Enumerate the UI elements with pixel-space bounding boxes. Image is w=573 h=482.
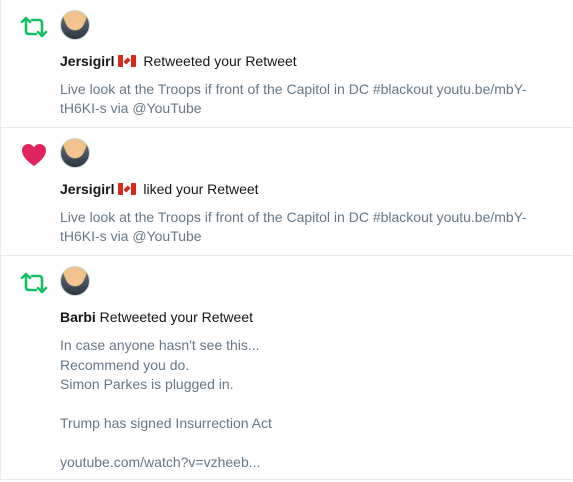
notification-item[interactable]: Jersigirl Retweeted your Retweet Live lo… — [1, 0, 573, 128]
notification-header: Jersigirl liked your Retweet — [60, 180, 259, 198]
avatar[interactable] — [60, 10, 90, 40]
heart-icon — [22, 144, 46, 166]
notification-action: Retweeted your Retweet — [95, 309, 253, 325]
tweet-text[interactable]: In case anyone hasn't see this... Recomm… — [60, 336, 565, 473]
notification-item[interactable]: Barbi Retweeted your Retweet In case any… — [1, 256, 573, 480]
canada-flag-icon — [118, 183, 137, 195]
user-name[interactable]: Barbi — [60, 309, 96, 325]
tweet-text[interactable]: Live look at the Troops if front of the … — [60, 80, 565, 118]
retweet-icon — [20, 272, 48, 294]
user-name[interactable]: Jersigirl — [60, 53, 114, 69]
notification-item[interactable]: Jersigirl liked your Retweet Live look a… — [1, 128, 573, 256]
retweet-icon — [20, 16, 48, 38]
canada-flag-icon — [118, 55, 137, 67]
notification-action: Retweeted your Retweet — [139, 53, 297, 69]
tweet-text[interactable]: Live look at the Troops if front of the … — [60, 208, 565, 246]
notification-header: Jersigirl Retweeted your Retweet — [60, 52, 297, 70]
notification-action: liked your Retweet — [139, 181, 259, 197]
avatar[interactable] — [60, 266, 90, 296]
notification-header: Barbi Retweeted your Retweet — [60, 308, 253, 326]
avatar[interactable] — [60, 138, 90, 168]
user-name[interactable]: Jersigirl — [60, 181, 114, 197]
notifications-feed: Jersigirl Retweeted your Retweet Live lo… — [0, 0, 573, 480]
